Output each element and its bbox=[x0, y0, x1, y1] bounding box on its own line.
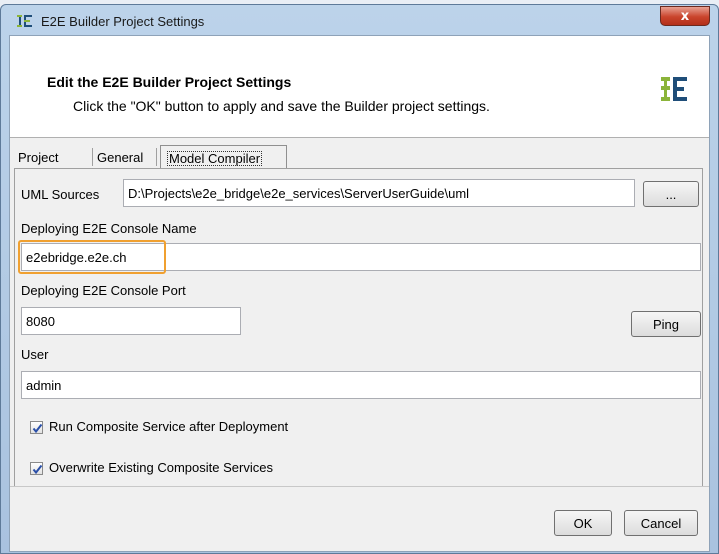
footer-divider bbox=[10, 486, 709, 487]
console-port-label: Deploying E2E Console Port bbox=[21, 283, 186, 298]
user-input[interactable]: admin bbox=[21, 371, 701, 399]
tab-project[interactable]: Project bbox=[18, 150, 58, 165]
model-compiler-panel: UML Sources D:\Projects\e2e_bridge\e2e_s… bbox=[14, 168, 703, 486]
e2e-logo-icon bbox=[661, 77, 687, 101]
header-panel: Edit the E2E Builder Project Settings Cl… bbox=[10, 36, 709, 138]
user-label: User bbox=[21, 347, 49, 362]
console-name-label: Deploying E2E Console Name bbox=[21, 221, 197, 236]
title-bar[interactable]: E2E Builder Project Settings x bbox=[1, 5, 718, 35]
checkmark-icon bbox=[32, 423, 43, 434]
tab-divider bbox=[92, 148, 93, 166]
close-icon: x bbox=[680, 8, 690, 24]
browse-button[interactable]: ... bbox=[643, 181, 699, 207]
highlight-box bbox=[18, 240, 166, 274]
tab-model-compiler[interactable]: Model Compiler bbox=[160, 145, 287, 169]
tab-bar: Project General Model Compiler bbox=[10, 144, 709, 169]
app-icon bbox=[17, 15, 32, 27]
overwrite-checkbox[interactable] bbox=[30, 462, 43, 475]
console-port-input[interactable]: 8080 bbox=[21, 307, 241, 335]
uml-sources-label: UML Sources bbox=[21, 187, 100, 202]
window-title: E2E Builder Project Settings bbox=[41, 14, 205, 29]
dialog-window: E2E Builder Project Settings x Edit the … bbox=[0, 4, 719, 554]
overwrite-label[interactable]: Overwrite Existing Composite Services bbox=[49, 460, 273, 475]
header-title: Edit the E2E Builder Project Settings bbox=[47, 74, 292, 90]
run-after-deploy-label[interactable]: Run Composite Service after Deployment bbox=[49, 419, 288, 434]
ok-button[interactable]: OK bbox=[554, 510, 612, 536]
ping-button[interactable]: Ping bbox=[631, 311, 701, 337]
tab-general[interactable]: General bbox=[97, 150, 143, 165]
header-subtitle: Click the "OK" button to apply and save … bbox=[73, 98, 490, 114]
tab-divider bbox=[156, 148, 157, 166]
close-button[interactable]: x bbox=[660, 6, 710, 26]
cancel-button[interactable]: Cancel bbox=[624, 510, 698, 536]
uml-sources-input[interactable]: D:\Projects\e2e_bridge\e2e_services\Serv… bbox=[123, 179, 635, 207]
dialog-client: Edit the E2E Builder Project Settings Cl… bbox=[9, 35, 710, 552]
checkmark-icon bbox=[32, 464, 43, 475]
tab-model-compiler-label: Model Compiler bbox=[167, 151, 263, 166]
run-after-deploy-checkbox[interactable] bbox=[30, 421, 43, 434]
